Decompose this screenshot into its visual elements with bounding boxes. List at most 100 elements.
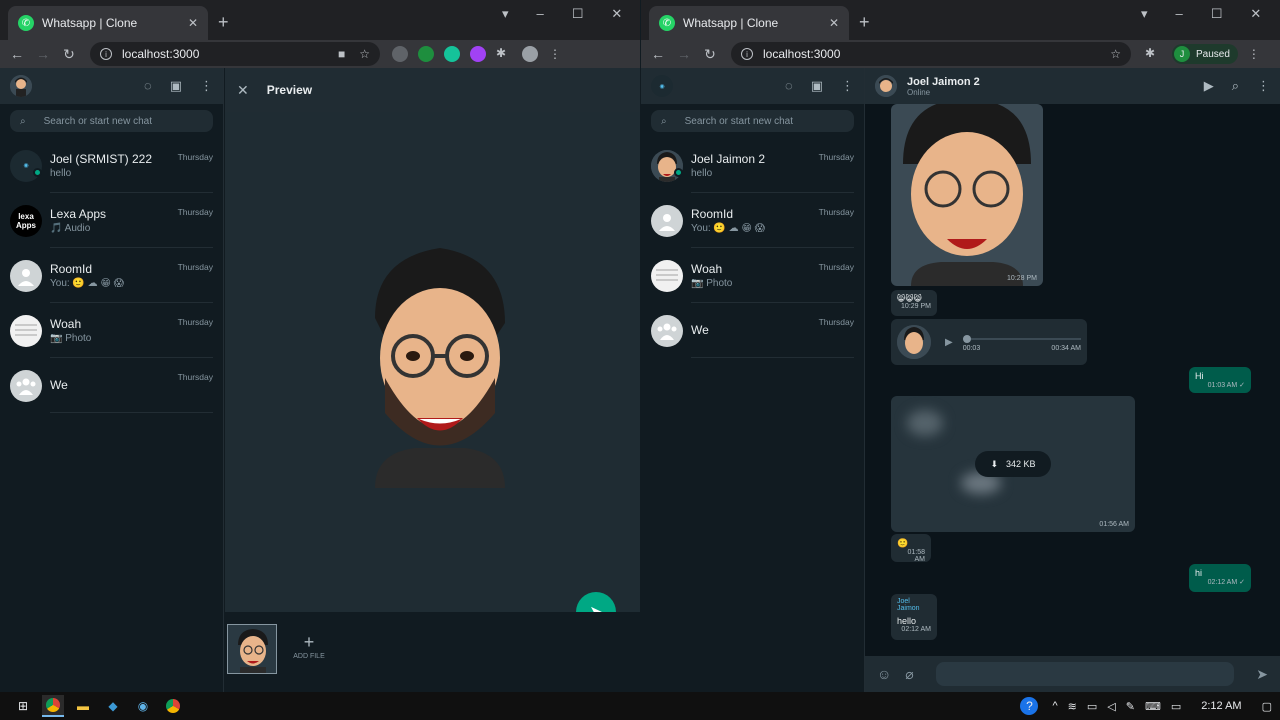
browser-tab[interactable]: ✆ Whatsapp | Clone ✕ (649, 6, 849, 40)
reload-icon[interactable]: ↻ (56, 46, 82, 63)
help-icon[interactable]: ? (1020, 697, 1039, 715)
status-icon[interactable]: ◌ (785, 78, 793, 94)
green-extension-icon[interactable] (418, 46, 434, 62)
back-icon[interactable]: ← (4, 46, 30, 62)
menu-icon[interactable]: ⋮ (1248, 47, 1260, 61)
tab-search-icon[interactable]: ▾ (1141, 6, 1148, 22)
new-chat-icon[interactable]: ▣ (170, 78, 182, 94)
edge-icon[interactable]: ◉ (132, 695, 154, 717)
add-file-button[interactable]: + ADD FILE (289, 632, 329, 660)
close-tab-icon[interactable]: ✕ (829, 16, 839, 30)
purple-extension-icon[interactable] (470, 46, 486, 62)
grammarly-extension-icon[interactable] (444, 46, 460, 62)
chat-list-item[interactable]: RoomId You: 🙂 ☁ 😁 😱 Thursday (641, 193, 864, 248)
sent-message: hi 02:12 AM ✓ (1189, 564, 1251, 592)
emoji-icon[interactable]: ☺ (877, 666, 891, 682)
shield-extension-icon[interactable] (392, 46, 408, 62)
pen-icon[interactable]: ✎ (1126, 700, 1135, 713)
audio-seek-handle[interactable] (962, 335, 971, 343)
search-box[interactable]: ⌕ Search or start new chat (10, 110, 213, 132)
message-input[interactable] (935, 662, 1235, 686)
minimize-icon[interactable]: – (1176, 6, 1183, 22)
chat-list-item[interactable]: Woah 📷 Photo Thursday (641, 248, 864, 303)
chat-list-item[interactable]: We Thursday (0, 358, 223, 413)
menu-icon[interactable]: ⋮ (200, 78, 213, 94)
chat-list-item[interactable]: RoomId You: 🙂 ☁ 😁 😱 Thursday (0, 248, 223, 303)
chat-list-item[interactable]: lexa Apps Lexa Apps 🎵 Audio Thursday (0, 193, 223, 248)
audio-elapsed: 00:03 (962, 345, 981, 352)
check-icon: ✓ (1239, 382, 1245, 389)
minimize-icon[interactable]: – (537, 6, 544, 22)
vscode-icon[interactable]: ◆ (102, 695, 124, 717)
windows-start-icon[interactable]: ⊞ (12, 695, 34, 717)
menu-icon[interactable]: ⋮ (841, 78, 854, 94)
close-window-icon[interactable]: ✕ (611, 6, 622, 22)
maximize-icon[interactable]: ☐ (1211, 6, 1223, 22)
chrome-icon-2[interactable] (162, 695, 184, 717)
chat-time: Thursday (818, 317, 854, 327)
star-icon[interactable]: ☆ (359, 47, 370, 61)
video-call-icon[interactable]: ▶ (1204, 78, 1214, 94)
reload-icon[interactable]: ↻ (697, 46, 723, 63)
chat-list-item[interactable]: We Thursday (641, 303, 864, 358)
file-explorer-icon[interactable]: ▬ (72, 695, 94, 717)
menu-icon[interactable]: ⋮ (549, 47, 561, 61)
puzzle-icon[interactable]: ✱ (496, 46, 512, 62)
battery-icon[interactable]: ▭ (1087, 700, 1097, 713)
display-icon[interactable]: ▭ (1171, 700, 1181, 713)
info-icon: i (741, 48, 753, 60)
online-indicator (33, 168, 42, 177)
close-icon[interactable]: ✕ (237, 82, 249, 99)
chat-time: Thursday (818, 207, 854, 217)
network-icon[interactable]: ≋ (1068, 700, 1077, 713)
close-tab-icon[interactable]: ✕ (188, 16, 198, 30)
keyboard-icon[interactable]: ⌨ (1145, 700, 1161, 713)
chevron-up-icon[interactable]: ^ (1052, 700, 1057, 712)
maximize-icon[interactable]: ☐ (572, 6, 584, 22)
contact-avatar[interactable] (875, 75, 897, 97)
back-icon[interactable]: ← (645, 46, 671, 62)
user-avatar[interactable]: ◉ (651, 75, 673, 97)
play-icon[interactable]: ▶ (945, 337, 953, 348)
new-chat-icon[interactable]: ▣ (811, 78, 823, 94)
notification-icon[interactable]: ▢ (1262, 700, 1272, 713)
attach-icon[interactable]: ⌀ (905, 666, 913, 683)
new-tab-icon[interactable]: + (218, 12, 229, 33)
file-message[interactable]: ⬇ 342 KB 01:56 AM (891, 396, 1135, 532)
camera-icon[interactable]: ■ (338, 47, 345, 61)
volume-icon[interactable]: ◁ (1107, 700, 1115, 713)
url-field[interactable]: i localhost:3000 ■ ☆ (90, 42, 380, 66)
clock[interactable]: 2:12 AM (1201, 700, 1241, 712)
profile-chip[interactable]: J Paused (1172, 44, 1238, 64)
new-tab-icon[interactable]: + (859, 12, 870, 33)
attachment-thumbnail[interactable] (227, 624, 277, 674)
message-time: 10:28 PM (1007, 275, 1037, 282)
url-field[interactable]: i localhost:3000 ☆ (731, 42, 1131, 66)
profile-avatar[interactable] (522, 46, 538, 62)
send-icon[interactable]: ➤ (1256, 666, 1268, 683)
tab-search-icon[interactable]: ▾ (502, 6, 509, 22)
audio-progress-track[interactable] (962, 338, 1081, 340)
user-avatar[interactable] (10, 75, 32, 97)
download-button[interactable]: ⬇ 342 KB (975, 451, 1051, 477)
chat-list-item[interactable]: ◉ Joel (SRMIST) 222 hello Thursday (0, 138, 223, 193)
menu-icon[interactable]: ⋮ (1257, 78, 1270, 94)
chat-list-item[interactable]: Joel Jaimon 2 hello Thursday (641, 138, 864, 193)
chat-time: Thursday (177, 152, 213, 162)
forward-icon[interactable]: → (671, 46, 697, 62)
star-icon[interactable]: ☆ (1110, 47, 1121, 61)
whatsapp-icon: ✆ (18, 15, 34, 31)
browser-tab[interactable]: ✆ Whatsapp | Clone ✕ (8, 6, 208, 40)
forward-icon[interactable]: → (30, 46, 56, 62)
search-box[interactable]: ⌕ Search or start new chat (651, 110, 854, 132)
online-indicator (674, 168, 683, 177)
message-time: 01:03 AM ✓ (1207, 382, 1245, 389)
puzzle-icon[interactable]: ✱ (1145, 46, 1161, 62)
emoji-message: 🙂 01:58 AM (891, 534, 931, 563)
chat-list-item[interactable]: Woah 📷 Photo Thursday (0, 303, 223, 358)
chrome-icon[interactable] (42, 695, 64, 717)
image-message[interactable]: 10:28 PM (891, 104, 1043, 286)
search-icon[interactable]: ⌕ (1232, 78, 1239, 94)
close-window-icon[interactable]: ✕ (1250, 6, 1261, 22)
status-icon[interactable]: ◌ (144, 78, 152, 94)
